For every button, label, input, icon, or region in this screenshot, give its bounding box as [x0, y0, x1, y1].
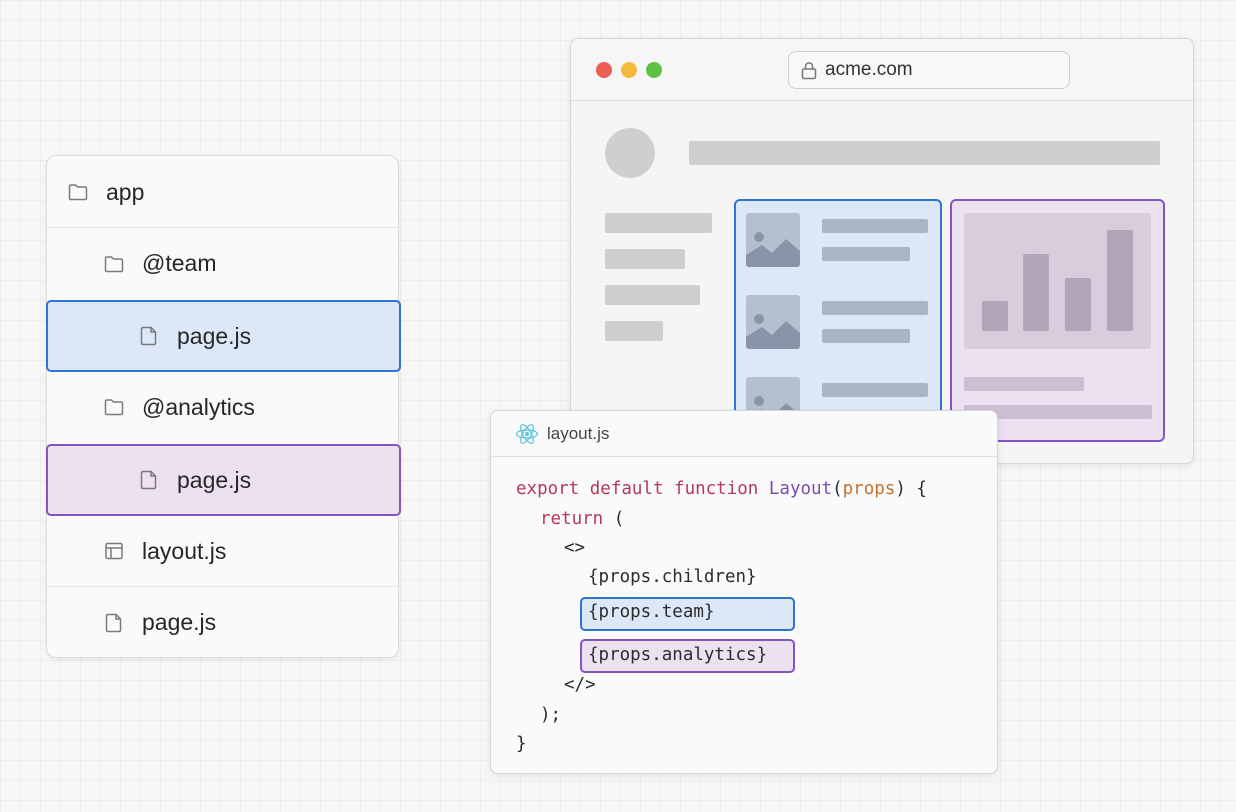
close-window-dot[interactable]	[596, 62, 612, 78]
chart-bar	[1065, 278, 1091, 331]
image-placeholder-icon	[746, 213, 800, 267]
tree-item-team-page[interactable]: page.js	[46, 300, 401, 372]
file-icon	[103, 612, 125, 634]
maximize-window-dot[interactable]	[646, 62, 662, 78]
minimize-window-dot[interactable]	[621, 62, 637, 78]
code-line-1: export default function Layout(props) {	[516, 479, 927, 499]
browser-titlebar: acme.com	[571, 39, 1193, 101]
file-tree: app @team page.js @analytics page.js lay…	[46, 155, 401, 658]
image-placeholder-icon	[746, 295, 800, 349]
tree-item-label: page.js	[142, 609, 217, 635]
nav-skeleton	[605, 249, 685, 269]
tree-item-root-page[interactable]: page.js	[47, 586, 400, 658]
react-icon	[515, 423, 539, 445]
code-line-5: {props.team}	[588, 602, 715, 622]
tree-item-label: page.js	[177, 466, 252, 493]
code-line-2: return (	[540, 509, 624, 529]
code-card: layout.js export default function Layout…	[490, 410, 998, 774]
code-line-9: }	[516, 734, 527, 754]
tree-item-team-folder[interactable]: @team	[47, 227, 400, 299]
chart-bar	[982, 301, 1008, 331]
lock-icon	[801, 61, 817, 80]
list-skeleton	[822, 247, 910, 261]
code-function-name: Layout	[768, 479, 833, 499]
chart-bar	[1023, 254, 1049, 331]
analytics-skeleton	[964, 377, 1084, 391]
list-skeleton	[822, 383, 928, 397]
code-keyword: return	[540, 509, 604, 529]
tree-item-label: layout.js	[142, 537, 227, 564]
nav-skeleton	[605, 213, 712, 233]
folder-icon	[103, 253, 125, 275]
tree-item-layout[interactable]: layout.js	[47, 515, 400, 587]
chart-bar	[1107, 230, 1133, 331]
code-line-6: {props.analytics}	[588, 645, 768, 665]
list-skeleton	[822, 301, 928, 315]
code-card-header: layout.js	[491, 411, 997, 457]
tree-item-app[interactable]: app	[47, 156, 400, 228]
code-line-4: {props.children}	[588, 567, 757, 587]
avatar-placeholder	[605, 128, 655, 178]
tree-item-analytics-page[interactable]: page.js	[46, 444, 401, 516]
list-skeleton	[822, 219, 928, 233]
nav-skeleton	[605, 285, 700, 305]
tree-item-label: app	[106, 178, 145, 205]
code-param: props	[842, 479, 896, 499]
header-skeleton	[689, 141, 1160, 165]
code-keyword: export default function	[516, 479, 769, 499]
code-punct: ) {	[895, 479, 927, 499]
chart-placeholder	[964, 213, 1151, 349]
layout-icon	[103, 540, 125, 562]
folder-icon	[103, 396, 125, 418]
address-bar[interactable]: acme.com	[788, 51, 1070, 89]
code-punct: (	[603, 509, 625, 529]
tree-item-label: @team	[142, 250, 217, 276]
nav-skeleton	[605, 321, 663, 341]
browser-window: acme.com	[570, 38, 1194, 464]
code-punct: (	[832, 479, 843, 499]
tree-item-label: page.js	[177, 322, 252, 349]
folder-icon	[67, 181, 89, 203]
list-skeleton	[822, 329, 910, 343]
code-filename: layout.js	[547, 423, 610, 443]
file-icon	[138, 469, 160, 491]
code-line-8: );	[540, 705, 562, 725]
analytics-slot-panel	[950, 199, 1165, 442]
tree-item-label: @analytics	[142, 393, 255, 420]
tree-item-analytics-folder[interactable]: @analytics	[47, 371, 400, 443]
code-line-7: </>	[564, 675, 596, 695]
url-text: acme.com	[825, 59, 913, 80]
file-icon	[138, 325, 160, 347]
code-line-3: <>	[564, 538, 586, 558]
